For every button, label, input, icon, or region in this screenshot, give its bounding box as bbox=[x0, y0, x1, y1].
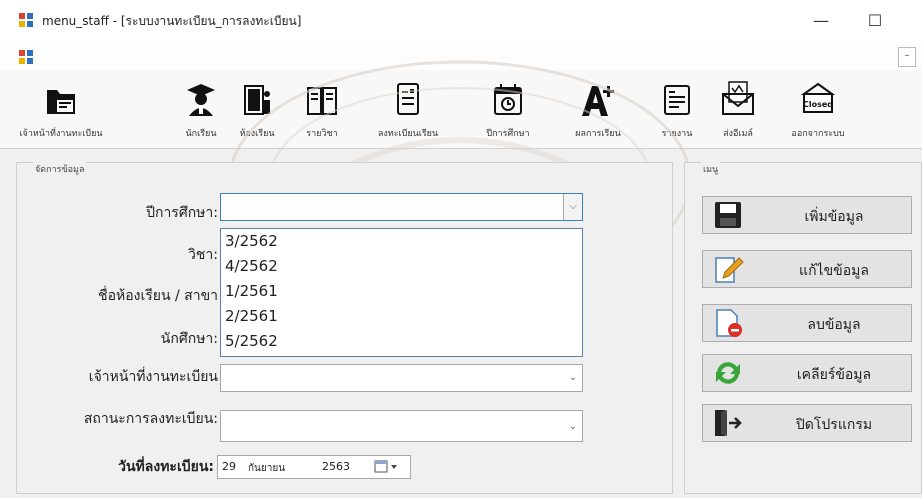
exit-door-icon bbox=[715, 410, 742, 436]
mdi-minimize-button[interactable]: – bbox=[898, 47, 916, 67]
app-icon bbox=[19, 13, 33, 27]
closed-badge-text: Closed bbox=[803, 100, 833, 109]
add-data-label: เพิ่มข้อมูล bbox=[804, 209, 864, 225]
chevron-down-icon[interactable]: ⌄ bbox=[564, 414, 582, 440]
refresh-icon bbox=[716, 362, 740, 384]
toolbar-classroom-button[interactable]: ห้องเรียน bbox=[234, 74, 280, 144]
close-program-button[interactable]: ปิดโปรแกรม bbox=[702, 404, 912, 442]
toolbar-logout-button[interactable]: Closed ออกจากระบบ bbox=[780, 74, 856, 144]
toolbar-grades-button[interactable]: ผลการเรียน bbox=[568, 74, 628, 144]
classroom-door-icon bbox=[244, 85, 270, 115]
email-icon bbox=[722, 81, 754, 115]
subject-label: วิชา: bbox=[188, 247, 218, 263]
dropdown-option[interactable]: 3/2562 bbox=[221, 229, 582, 254]
staff-label: เจ้าหน้าที่งานทะเบียน bbox=[88, 369, 218, 385]
date-month: กันยายน bbox=[248, 463, 286, 474]
office-folder-icon bbox=[47, 90, 75, 114]
academic-year-label: ปีการศึกษา: bbox=[146, 205, 218, 221]
toolbar-label: ลงทะเบียนเรียน bbox=[377, 129, 439, 139]
status-label: สถานะการลงทะเบียน: bbox=[83, 411, 218, 427]
close-program-label: ปิดโปรแกรม bbox=[795, 417, 873, 433]
clear-data-button[interactable]: เคลียร์ข้อมูล bbox=[702, 354, 912, 392]
calendar-clock-icon bbox=[494, 84, 522, 115]
chevron-down-icon[interactable]: ⌵ bbox=[563, 194, 582, 220]
date-year: 2563 bbox=[322, 460, 350, 473]
add-data-button[interactable]: เพิ่มข้อมูล bbox=[702, 196, 912, 234]
mdi-child-icon[interactable] bbox=[18, 49, 34, 65]
student-label: นักศึกษา: bbox=[160, 331, 218, 347]
maximize-button[interactable]: ☐ bbox=[852, 6, 898, 36]
delete-data-label: ลบข้อมูล bbox=[807, 317, 861, 333]
status-combobox[interactable]: ⌄ bbox=[220, 410, 583, 442]
grade-a-plus-icon bbox=[582, 86, 614, 116]
toolbar-label: รายวิชา bbox=[306, 129, 338, 139]
toolbar-label: ออกจากระบบ bbox=[791, 129, 845, 139]
data-management-title: จัดการข้อมูล bbox=[33, 162, 87, 176]
menu-group-title: เมนู bbox=[701, 162, 721, 176]
edit-pencil-icon bbox=[715, 257, 744, 283]
report-icon bbox=[664, 85, 690, 115]
register-date-label: วันที่ลงทะเบียน: bbox=[118, 459, 214, 475]
toolbar-label: ห้องเรียน bbox=[239, 129, 275, 139]
save-disk-icon bbox=[715, 202, 741, 228]
main-toolbar: เจ้าหน้าที่งานทะเบียน นักเรียน ห้องเรียน… bbox=[0, 70, 922, 149]
toolbar-label: ส่งอีเมล์ bbox=[723, 129, 753, 139]
staff-combobox[interactable]: ⌄ bbox=[220, 364, 583, 392]
minimize-button[interactable]: — bbox=[798, 6, 844, 36]
academic-year-combobox[interactable]: ⌵ bbox=[220, 193, 583, 221]
date-day: 29 bbox=[222, 460, 236, 473]
toolbar-label: เจ้าหน้าที่งานทะเบียน bbox=[19, 129, 103, 139]
toolbar-academic-year-button[interactable]: ปีการศึกษา bbox=[476, 74, 540, 144]
register-date-picker[interactable]: 29 กันยายน 2563 bbox=[217, 455, 411, 479]
edit-data-button[interactable]: แก้ไขข้อมูล bbox=[702, 250, 912, 288]
dropdown-option[interactable]: 5/2562 bbox=[221, 329, 582, 354]
delete-document-icon bbox=[716, 309, 742, 337]
dropdown-option[interactable]: 2/2561 bbox=[221, 304, 582, 329]
toolbar-subject-button[interactable]: รายวิชา bbox=[298, 74, 346, 144]
delete-data-button[interactable]: ลบข้อมูล bbox=[702, 304, 912, 342]
toolbar-label: ปีการศึกษา bbox=[486, 129, 530, 139]
toolbar-label: รายงาน bbox=[661, 129, 693, 139]
toolbar-register-button[interactable]: ลงทะเบียนเรียน bbox=[366, 74, 450, 144]
dropdown-option[interactable]: 4/2562 bbox=[221, 254, 582, 279]
book-icon bbox=[307, 87, 337, 115]
window-title: menu_staff - [ระบบงานทะเบียน_การลงทะเบีย… bbox=[42, 14, 302, 28]
edit-data-label: แก้ไขข้อมูล bbox=[799, 263, 869, 279]
clear-data-label: เคลียร์ข้อมูล bbox=[796, 367, 872, 383]
closed-sign-icon: Closed bbox=[800, 82, 836, 113]
academic-year-dropdown-list: 3/2562 4/2562 1/2561 2/2561 5/2562 bbox=[220, 228, 583, 357]
toolbar-student-button[interactable]: นักเรียน bbox=[178, 74, 224, 144]
dropdown-option[interactable]: 1/2561 bbox=[221, 279, 582, 304]
register-form-icon bbox=[397, 83, 419, 115]
toolbar-label: ผลการเรียน bbox=[575, 129, 621, 139]
toolbar-report-button[interactable]: รายงาน bbox=[654, 74, 700, 144]
mdi-bar: – bbox=[0, 44, 922, 71]
graduate-icon bbox=[187, 84, 215, 116]
toolbar-staff-button[interactable]: เจ้าหน้าที่งานทะเบียน bbox=[19, 74, 103, 144]
calendar-dropdown-icon[interactable] bbox=[374, 460, 402, 474]
toolbar-email-button[interactable]: ส่งอีเมล์ bbox=[712, 74, 764, 144]
window-titlebar: menu_staff - [ระบบงานทะเบียน_การลงทะเบีย… bbox=[0, 0, 922, 44]
classroom-label: ชื่อห้องเรียน / สาขา bbox=[98, 288, 218, 304]
chevron-down-icon[interactable]: ⌄ bbox=[564, 365, 582, 391]
